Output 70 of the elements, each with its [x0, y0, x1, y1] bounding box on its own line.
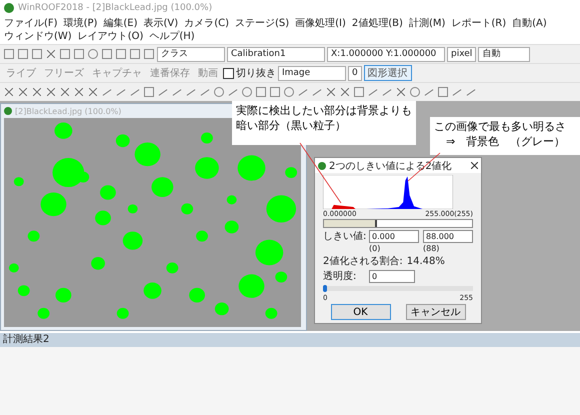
callout-note: この画像で最も多い明るさ ⇒ 背景色 （グレー）: [430, 117, 580, 155]
threshold-high-note: (88): [423, 244, 440, 253]
threshold-label: しきい値:: [323, 230, 365, 243]
layer-dropdown[interactable]: Image: [278, 66, 346, 80]
close-icon[interactable]: [471, 162, 478, 169]
callout-note: 実際に検出したい部分は背景よりも 暗い部分（黒い粒子）: [232, 101, 416, 145]
image-window-title: [2]BlackLead.jpg (100.0%): [15, 106, 122, 116]
shape-select-button[interactable]: 図形選択: [364, 65, 412, 81]
square-icon[interactable]: [59, 48, 71, 60]
menu-item[interactable]: 編集(E): [103, 17, 138, 30]
square-icon[interactable]: [129, 48, 141, 60]
layer-index-spinner[interactable]: 0: [348, 66, 362, 80]
circle-icon[interactable]: [213, 86, 225, 98]
square-icon[interactable]: [353, 86, 365, 98]
menu-item[interactable]: 2値処理(B): [352, 17, 403, 30]
window-title: WinROOF2018 - [2]BlackLead.jpg (100.0%): [18, 3, 212, 13]
square-icon[interactable]: [143, 48, 155, 60]
threshold-high-field[interactable]: 88.000: [423, 230, 473, 242]
threshold-low-field[interactable]: 0.000: [369, 230, 419, 242]
menu-item[interactable]: レポート(R): [451, 17, 506, 30]
zoom-mode-dropdown[interactable]: 自動: [478, 46, 530, 62]
opacity-spinner[interactable]: 0: [369, 270, 415, 282]
window-logo-icon: [4, 107, 12, 115]
coordinates-field: X:1.000000 Y:1.000000: [327, 46, 445, 62]
cross-icon[interactable]: [45, 48, 57, 60]
cross-icon[interactable]: [339, 86, 351, 98]
square-icon[interactable]: [255, 86, 267, 98]
menu-item[interactable]: カメラ(C): [184, 17, 229, 30]
leader-line: [408, 152, 440, 182]
menu-item[interactable]: 環境(P): [64, 17, 98, 30]
class-dropdown[interactable]: クラス: [157, 46, 225, 62]
results-panel-title: 計測結果2: [3, 334, 50, 345]
unit-field: pixel: [447, 46, 476, 62]
square-icon[interactable]: [115, 48, 127, 60]
dialog-title: 2つのしきい値による2値化: [329, 160, 452, 172]
ratio-value: 14.48%: [406, 256, 445, 266]
threshold-low-note: (0): [369, 244, 382, 253]
square-icon[interactable]: [3, 48, 15, 60]
square-icon[interactable]: [31, 48, 43, 60]
opacity-slider-thumb[interactable]: [323, 285, 327, 292]
circle-icon[interactable]: [409, 86, 421, 98]
opacity-label: 透明度:: [323, 270, 358, 283]
ok-button[interactable]: OK: [330, 304, 390, 320]
square-icon[interactable]: [437, 86, 449, 98]
square-icon[interactable]: [269, 86, 281, 98]
cancel-button[interactable]: キャンセル: [406, 304, 466, 320]
square-icon[interactable]: [73, 48, 85, 60]
circle-icon[interactable]: [283, 86, 295, 98]
app-logo-icon: [4, 3, 14, 13]
menu-item[interactable]: レイアウト(O): [78, 30, 144, 43]
circle-icon[interactable]: [87, 48, 99, 60]
square-icon[interactable]: [143, 86, 155, 98]
menu-item[interactable]: ウィンドウ(W): [4, 30, 72, 43]
menu-item[interactable]: 表示(V): [144, 17, 178, 30]
square-icon[interactable]: [101, 48, 113, 60]
calibration-dropdown[interactable]: Calibration1: [227, 46, 325, 62]
menu-item[interactable]: 画像処理(I): [295, 17, 346, 30]
threshold-range-slider[interactable]: [323, 219, 473, 228]
menu-item[interactable]: 計測(M): [408, 17, 446, 30]
dialog-logo-icon: [318, 162, 326, 170]
crop-label: 切り抜き: [236, 66, 276, 80]
crop-checkbox[interactable]: [223, 68, 234, 78]
square-icon[interactable]: [17, 48, 29, 60]
menu-item[interactable]: 自動(A): [512, 17, 547, 30]
menu-item[interactable]: ヘルプ(H): [149, 30, 195, 43]
ratio-label: 2値化される割合:: [323, 254, 403, 268]
menu-item[interactable]: ステージ(S): [234, 17, 290, 30]
cross-icon[interactable]: [395, 86, 407, 98]
circle-icon[interactable]: [241, 86, 253, 98]
menu-item[interactable]: ファイル(F): [4, 17, 58, 30]
